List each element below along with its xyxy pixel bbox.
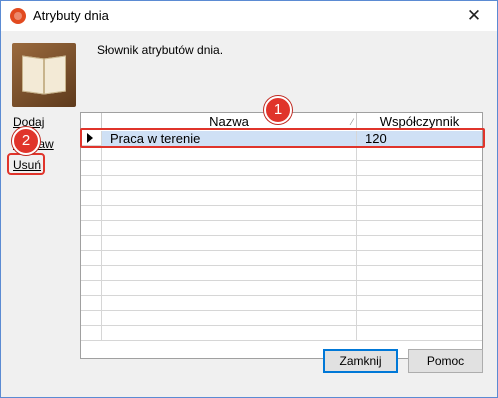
name-cell[interactable] xyxy=(102,191,357,206)
name-cell[interactable] xyxy=(102,311,357,326)
column-header-factor-label: Współczynnik xyxy=(379,114,460,129)
row-indicator-cell[interactable] xyxy=(81,191,102,206)
empty-table-row[interactable] xyxy=(81,236,482,251)
empty-table-row[interactable] xyxy=(81,176,482,191)
factor-cell[interactable] xyxy=(357,296,482,311)
step-marker-2: 2 xyxy=(12,127,40,155)
row-indicator-cell[interactable] xyxy=(81,281,102,296)
empty-table-row[interactable] xyxy=(81,146,482,161)
name-cell[interactable] xyxy=(102,221,357,236)
help-button[interactable]: Pomoc xyxy=(408,349,483,373)
name-cell[interactable] xyxy=(102,281,357,296)
empty-table-row[interactable] xyxy=(81,206,482,221)
factor-cell[interactable] xyxy=(357,206,482,221)
row-indicator-cell[interactable] xyxy=(81,296,102,311)
factor-cell[interactable] xyxy=(357,221,482,236)
dialog-description: Słownik atrybutów dnia. xyxy=(97,43,224,57)
empty-table-row[interactable] xyxy=(81,311,482,326)
dialog-window: Atrybuty dnia ✕ Słownik atrybutów dnia. … xyxy=(0,0,498,398)
factor-cell[interactable] xyxy=(357,236,482,251)
name-cell[interactable] xyxy=(102,161,357,176)
factor-cell[interactable] xyxy=(357,176,482,191)
row-indicator-cell[interactable] xyxy=(81,146,102,161)
empty-table-row[interactable] xyxy=(81,161,482,176)
row-indicator-cell[interactable] xyxy=(81,266,102,281)
dialog-client-area: Słownik atrybutów dnia. Dodaj Popraw Usu… xyxy=(2,31,496,397)
row-indicator-cell[interactable] xyxy=(81,176,102,191)
empty-table-row[interactable] xyxy=(81,191,482,206)
attributes-grid[interactable]: Nazwa ⁄ Współczynnik Praca w terenie 120 xyxy=(80,112,483,359)
row-indicator-cell[interactable] xyxy=(81,236,102,251)
book-icon xyxy=(12,43,76,107)
window-title: Atrybuty dnia xyxy=(33,8,109,23)
name-cell[interactable] xyxy=(102,206,357,221)
factor-cell[interactable] xyxy=(357,326,482,341)
row-indicator-cell[interactable] xyxy=(81,161,102,176)
factor-cell[interactable] xyxy=(357,281,482,296)
selected-row-highlight xyxy=(80,128,485,148)
column-header-name-label: Nazwa xyxy=(209,114,249,129)
factor-cell[interactable] xyxy=(357,161,482,176)
row-indicator-cell[interactable] xyxy=(81,206,102,221)
close-window-button[interactable]: ✕ xyxy=(459,3,489,29)
row-indicator-cell[interactable] xyxy=(81,326,102,341)
step-marker-1: 1 xyxy=(264,96,292,124)
name-cell[interactable] xyxy=(102,236,357,251)
empty-table-row[interactable] xyxy=(81,266,482,281)
empty-table-row[interactable] xyxy=(81,251,482,266)
factor-cell[interactable] xyxy=(357,311,482,326)
empty-table-row[interactable] xyxy=(81,326,482,341)
row-indicator-cell[interactable] xyxy=(81,221,102,236)
name-cell[interactable] xyxy=(102,326,357,341)
name-cell[interactable] xyxy=(102,251,357,266)
title-bar[interactable]: Atrybuty dnia ✕ xyxy=(1,1,497,31)
empty-table-row[interactable] xyxy=(81,221,482,236)
app-logo-icon xyxy=(10,8,26,24)
name-cell[interactable] xyxy=(102,266,357,281)
factor-cell[interactable] xyxy=(357,146,482,161)
factor-cell[interactable] xyxy=(357,251,482,266)
close-button[interactable]: Zamknij xyxy=(323,349,398,373)
empty-table-row[interactable] xyxy=(81,296,482,311)
name-cell[interactable] xyxy=(102,296,357,311)
factor-cell[interactable] xyxy=(357,266,482,281)
empty-table-row[interactable] xyxy=(81,281,482,296)
name-cell[interactable] xyxy=(102,176,357,191)
row-indicator-cell[interactable] xyxy=(81,251,102,266)
factor-cell[interactable] xyxy=(357,191,482,206)
name-cell[interactable] xyxy=(102,146,357,161)
row-indicator-cell[interactable] xyxy=(81,311,102,326)
delete-link-highlight xyxy=(7,153,45,175)
